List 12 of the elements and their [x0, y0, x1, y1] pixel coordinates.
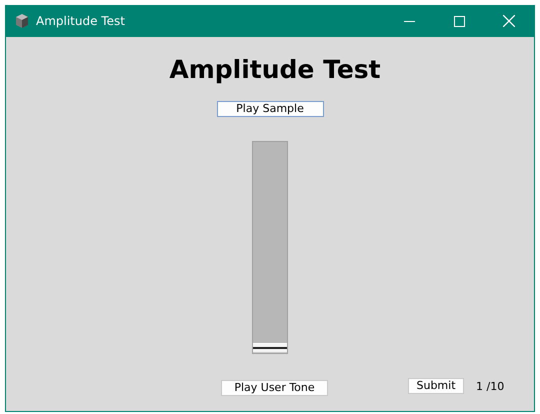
page-heading: Amplitude Test [169, 55, 381, 84]
play-user-tone-button[interactable]: Play User Tone [221, 380, 328, 396]
progress-counter: 1 /10 [476, 380, 504, 392]
submit-button[interactable]: Submit [408, 378, 464, 394]
minimize-icon[interactable] [404, 20, 414, 22]
window-title: Amplitude Test [36, 14, 126, 28]
maximize-icon[interactable] [454, 16, 464, 26]
close-icon[interactable] [503, 15, 515, 27]
play-sample-button[interactable]: Play Sample [216, 101, 324, 117]
slider-track[interactable] [252, 141, 288, 354]
slider-thumb[interactable] [253, 343, 287, 353]
app-icon [14, 13, 30, 29]
